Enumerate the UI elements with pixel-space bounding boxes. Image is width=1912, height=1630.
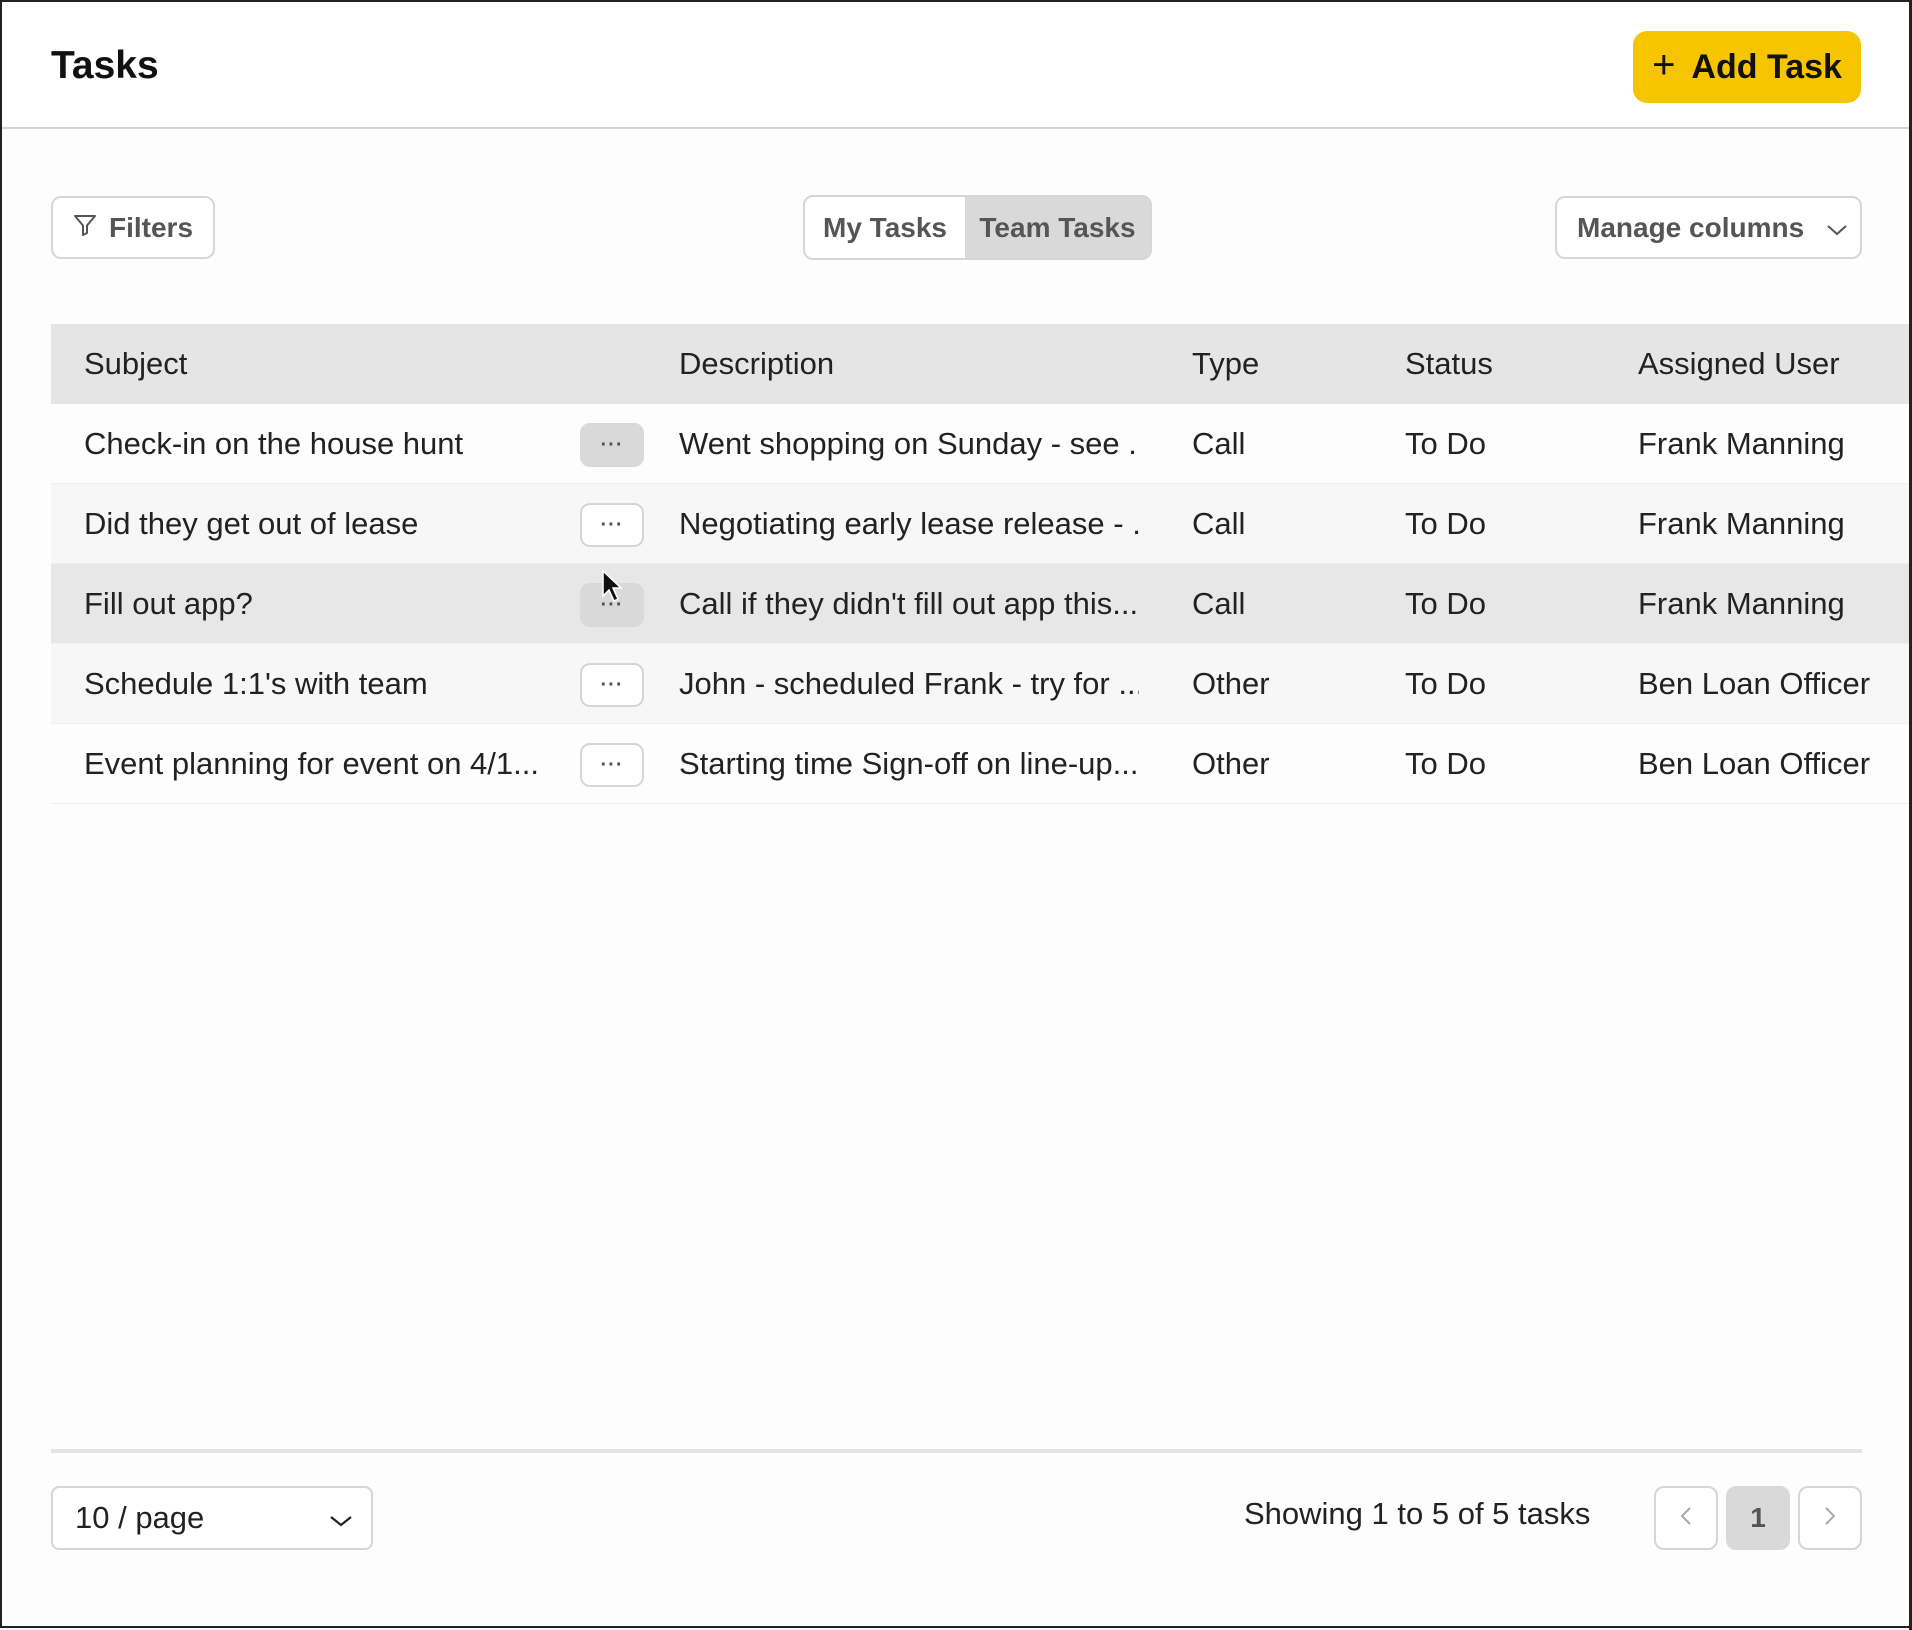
row-more-button[interactable]: ···: [580, 663, 644, 707]
cell-subject[interactable]: Did they get out of lease: [84, 484, 564, 564]
cell-description: John - scheduled Frank - try for ...: [679, 666, 1139, 701]
cell-type: Call: [1192, 586, 1246, 621]
cell-type: Call: [1192, 506, 1246, 541]
page-title: Tasks: [51, 44, 159, 87]
table-row[interactable]: Check-in on the house hunt ··· Went shop…: [51, 404, 1911, 484]
table-row[interactable]: Event planning for event on 4/1... ··· S…: [51, 724, 1911, 804]
cell-subject[interactable]: Schedule 1:1's with team: [84, 644, 564, 724]
mouse-pointer-icon: [602, 569, 624, 609]
task-scope-toggle: My Tasks Team Tasks: [803, 195, 1152, 260]
chevron-down-icon: [1826, 212, 1848, 244]
tab-team-tasks[interactable]: Team Tasks: [965, 197, 1150, 258]
footer-divider: [51, 1449, 1862, 1453]
column-header-subject[interactable]: Subject: [84, 324, 564, 404]
next-page-button[interactable]: [1798, 1486, 1862, 1550]
tasks-table: Subject Description Type Status Assigned…: [51, 324, 1911, 804]
cell-status: To Do: [1405, 586, 1486, 621]
cell-status: To Do: [1405, 746, 1486, 781]
page-header: Tasks + Add Task: [2, 2, 1909, 129]
cell-type: Other: [1192, 746, 1270, 781]
table-header: Subject Description Type Status Assigned…: [51, 324, 1911, 404]
cell-description: Negotiating early lease release - ...: [679, 506, 1139, 541]
column-header-status[interactable]: Status: [1405, 324, 1605, 404]
chevron-left-icon: [1680, 1506, 1692, 1531]
column-header-assigned-user[interactable]: Assigned User: [1638, 324, 1911, 404]
cell-subject[interactable]: Check-in on the house hunt: [84, 404, 564, 484]
cell-status: To Do: [1405, 426, 1486, 461]
add-task-label: Add Task: [1691, 47, 1842, 86]
table-row[interactable]: Schedule 1:1's with team ··· John - sche…: [51, 644, 1911, 724]
cell-subject[interactable]: Event planning for event on 4/1...: [84, 724, 564, 804]
tasks-panel: Tasks + Add Task Filters My Tasks Team T…: [0, 0, 1911, 1628]
manage-columns-label: Manage columns: [1577, 211, 1805, 243]
cell-description: Went shopping on Sunday - see ...: [679, 426, 1139, 461]
column-header-type[interactable]: Type: [1192, 324, 1392, 404]
add-task-button[interactable]: + Add Task: [1633, 31, 1861, 103]
page-size-select[interactable]: 10 / page: [51, 1486, 373, 1550]
cell-assigned-user: Ben Loan Officer: [1638, 666, 1871, 701]
cell-type: Other: [1192, 666, 1270, 701]
manage-columns-dropdown[interactable]: Manage columns: [1555, 196, 1862, 259]
cell-status: To Do: [1405, 506, 1486, 541]
cell-subject[interactable]: Fill out app?: [84, 564, 564, 644]
previous-page-button[interactable]: [1654, 1486, 1718, 1550]
cell-assigned-user: Frank Manning: [1638, 426, 1845, 461]
pagination-summary: Showing 1 to 5 of 5 tasks: [1244, 1496, 1591, 1531]
cell-assigned-user: Ben Loan Officer: [1638, 746, 1871, 781]
chevron-down-icon: [329, 1500, 353, 1536]
table-row[interactable]: Did they get out of lease ··· Negotiatin…: [51, 484, 1911, 564]
row-more-button[interactable]: ···: [580, 423, 644, 467]
plus-icon: +: [1652, 43, 1676, 87]
row-more-button[interactable]: ···: [580, 503, 644, 547]
page-number-button[interactable]: 1: [1726, 1486, 1790, 1550]
cell-assigned-user: Frank Manning: [1638, 506, 1845, 541]
filters-label: Filters: [108, 211, 194, 243]
filters-button[interactable]: Filters: [51, 196, 215, 259]
page-size-value: 10 / page: [75, 1500, 205, 1535]
column-header-description[interactable]: Description: [679, 324, 1139, 404]
cell-description: Call if they didn't fill out app this...: [679, 586, 1139, 621]
row-more-button[interactable]: ···: [580, 743, 644, 787]
cell-assigned-user: Frank Manning: [1638, 586, 1845, 621]
cell-type: Call: [1192, 426, 1246, 461]
chevron-right-icon: [1824, 1506, 1836, 1531]
cell-description: Starting time Sign-off on line-up...: [679, 746, 1139, 781]
tab-my-tasks[interactable]: My Tasks: [805, 197, 965, 258]
cell-status: To Do: [1405, 666, 1486, 701]
filter-icon: [73, 212, 97, 244]
table-row[interactable]: Fill out app? ··· Call if they didn't fi…: [51, 564, 1911, 644]
